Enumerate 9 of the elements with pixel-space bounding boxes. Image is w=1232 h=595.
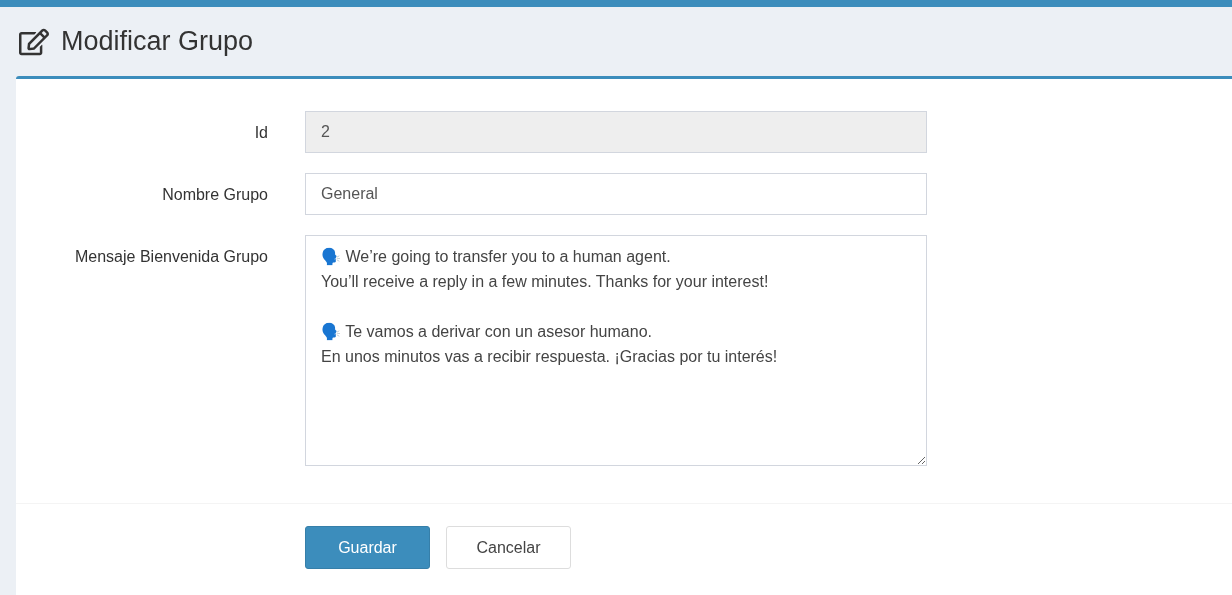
field-label: Nombre Grupo — [161, 185, 268, 205]
cancel-button[interactable]: Cancelar — [446, 526, 571, 569]
field-label: Mensaje Bienvenida Grupo — [74, 247, 268, 267]
save-button[interactable]: Guardar — [305, 526, 430, 569]
field-label: Id — [253, 123, 268, 143]
edit-icon — [19, 27, 49, 56]
text-field[interactable]: General — [305, 173, 927, 215]
page-title: Modificar Grupo — [61, 28, 254, 55]
message-field[interactable]: 🗣 We’re going to transfer you to a human agent. You’ll receive a reply in a few minutes. Thanks for your interest! 🗣 Te vamos a derivar con un asesor humano. En unos minutos vas a recibir respuesta. ¡Gracias por tu interés! — [305, 235, 927, 466]
